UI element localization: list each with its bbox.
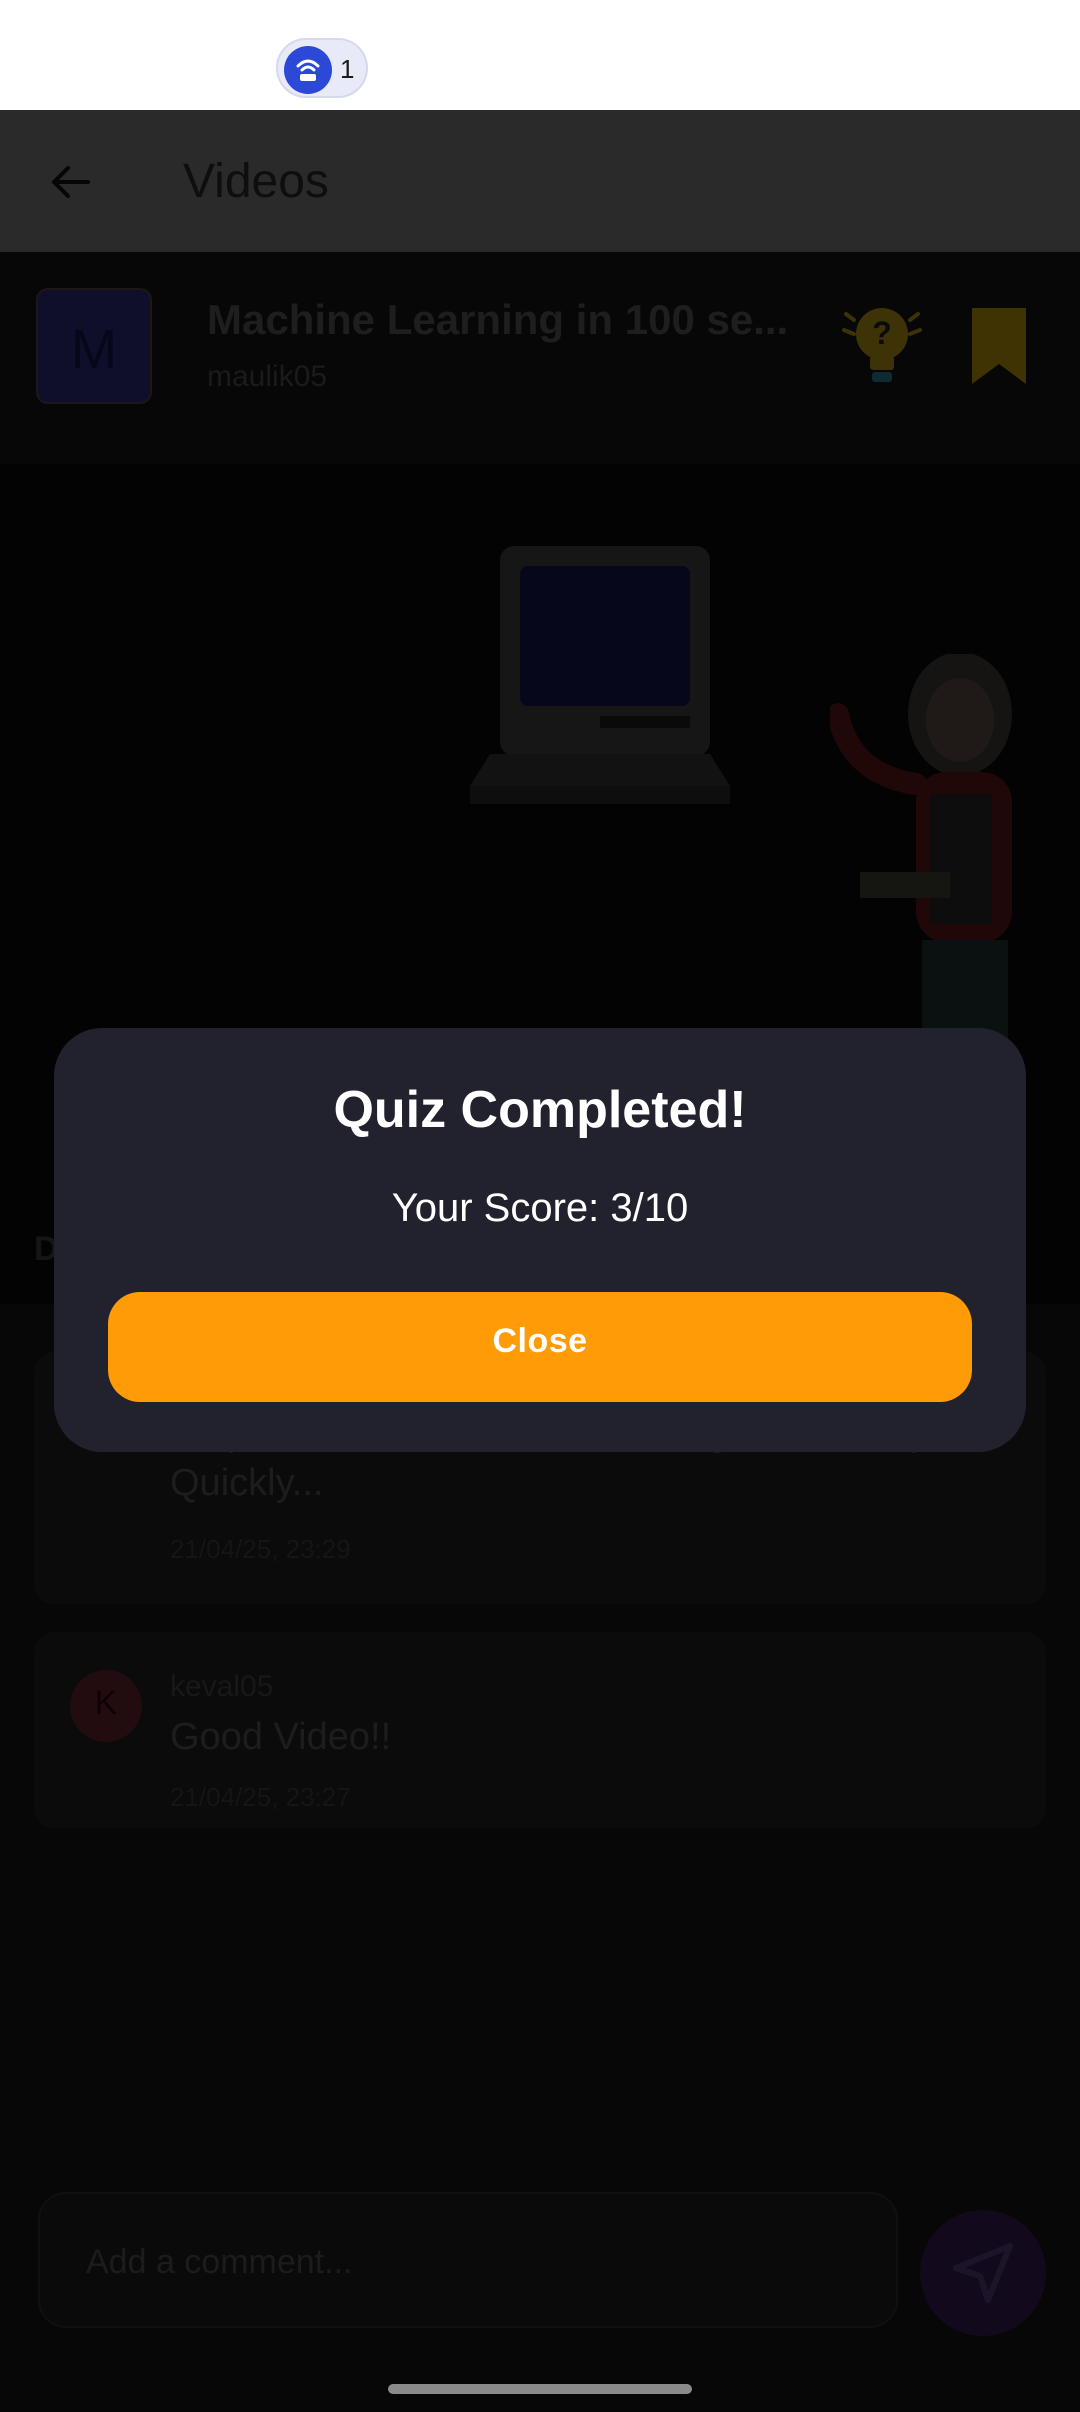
svg-text:?: ? <box>872 315 892 351</box>
teacher-illustration <box>827 652 1050 1044</box>
comment-text: Good Video!! <box>170 1716 392 1758</box>
dialog-title: Quiz Completed! <box>333 1081 747 1139</box>
close-button-label: Close <box>492 1322 588 1360</box>
arrow-left-icon[interactable] <box>46 158 94 206</box>
comment-user: keval05 <box>170 1670 274 1703</box>
computer-illustration <box>470 536 770 836</box>
home-indicator[interactable] <box>388 2384 692 2394</box>
bookmark-icon[interactable] <box>972 308 1026 384</box>
status-bar: 1 <box>0 0 1080 110</box>
comment-field[interactable] <box>38 2192 898 2328</box>
comment-time: 21/04/25, 23:29 <box>170 1534 351 1564</box>
lightbulb-question-icon[interactable]: ? <box>836 298 928 390</box>
comment-input[interactable] <box>86 2234 866 2290</box>
hotspot-icon <box>284 46 332 94</box>
quiz-result-dialog: Quiz Completed! Your Score: 3/10 Close <box>54 1028 1026 1452</box>
channel-initial: M <box>70 317 118 380</box>
channel-avatar[interactable]: M <box>36 288 152 404</box>
send-button[interactable] <box>920 2210 1046 2336</box>
comment-time: 21/04/25, 23:27 <box>170 1782 351 1812</box>
hotspot-count: 1 <box>340 54 355 84</box>
list-item: K keval05 Good Video!! 21/04/25, 23:27 <box>34 1632 1046 1828</box>
page-title: Videos <box>183 155 329 208</box>
video-author[interactable]: maulik05 <box>207 360 327 394</box>
video-title: Machine Learning in 100 se... <box>207 296 789 343</box>
hotspot-indicator[interactable]: 1 <box>276 38 368 98</box>
close-button[interactable]: Close <box>108 1292 972 1402</box>
avatar: K <box>70 1670 142 1742</box>
send-icon <box>953 2243 1013 2303</box>
app-bar: Videos <box>0 110 1080 252</box>
quiz-score: Your Score: 3/10 <box>391 1186 689 1230</box>
avatar-initial: K <box>94 1684 118 1722</box>
